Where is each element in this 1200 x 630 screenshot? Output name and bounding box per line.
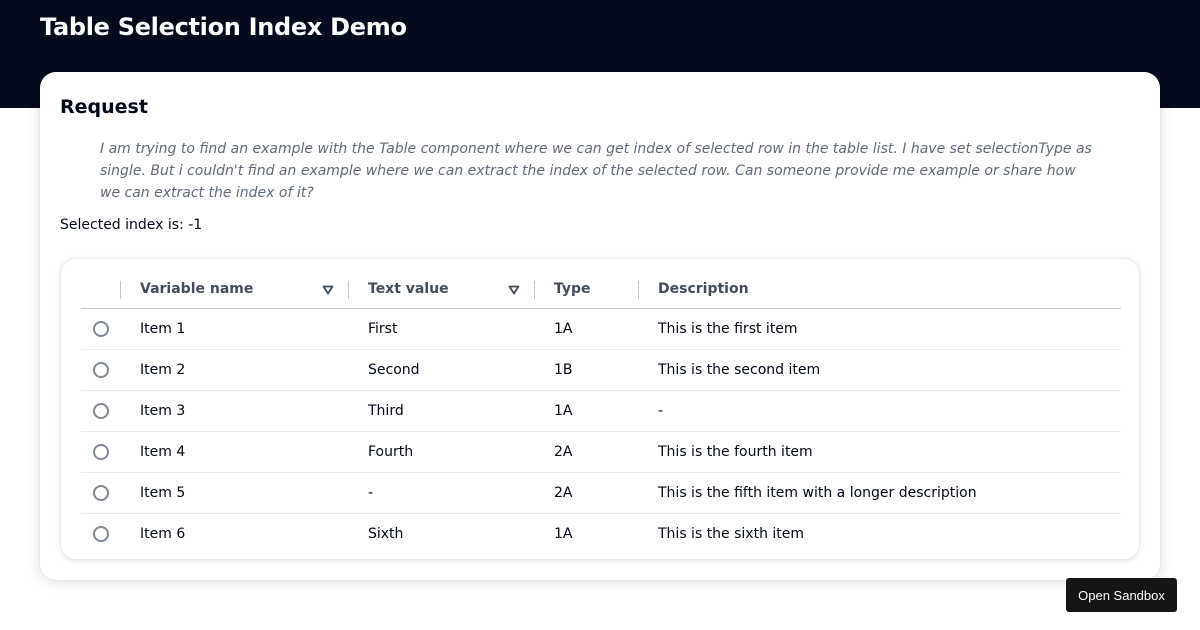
cell-text-value: Second [348, 349, 534, 391]
request-text: I am trying to find an example with the … [100, 141, 1092, 201]
column-header-label: Variable name [140, 281, 254, 298]
row-select-cell [81, 472, 120, 514]
cell-text-value: Third [348, 390, 534, 432]
row-select-cell [81, 431, 120, 473]
table-row[interactable]: Item 1 First 1A This is the first item [81, 308, 1121, 350]
cell-type: 2A [534, 472, 638, 514]
cell-variable-name: Item 4 [120, 431, 348, 473]
cell-description: This is the sixth item [658, 525, 805, 542]
selected-index-label: Selected index is: [60, 217, 189, 233]
cell-text-value: - [348, 472, 534, 514]
cell-variable-name: Item 1 [120, 308, 348, 350]
column-header-description: Description [638, 271, 1121, 309]
table-row[interactable]: Item 2 Second 1B This is the second item [81, 349, 1121, 391]
request-heading: Request [60, 96, 148, 118]
table-card: Variable name Text value Type Descriptio… [60, 258, 1140, 560]
cell-type: 1A [534, 390, 638, 432]
cell-type: 1B [534, 349, 638, 391]
column-header-variable-name[interactable]: Variable name [120, 271, 348, 309]
column-separator [534, 281, 535, 299]
cell-description: This is the first item [638, 308, 1121, 350]
items-table: Variable name Text value Type Descriptio… [81, 271, 1121, 554]
cell-type: 2A [534, 431, 638, 473]
cell-description: This is the second item [638, 349, 1121, 391]
sort-caret-icon[interactable] [508, 284, 520, 296]
selected-index-value: -1 [188, 217, 203, 233]
cell-variable-name: Item 6 [140, 525, 186, 542]
selected-index-line: Selected index is: -1 [60, 217, 202, 233]
table-header-row: Variable name Text value Type Descriptio… [81, 271, 1121, 309]
table-row[interactable]: Item 4 Fourth 2A This is the fourth item [81, 431, 1121, 473]
content-container: Request I am trying to find an example w… [40, 72, 1160, 580]
column-header-text-value[interactable]: Text value [348, 271, 534, 309]
row-radio-button[interactable] [92, 525, 109, 542]
column-separator [348, 281, 349, 299]
cell-text-value: Fourth [348, 431, 534, 473]
cell-variable-name: Item 5 [120, 472, 348, 514]
cell-type: 1A [554, 525, 573, 542]
column-header-type: Type [534, 271, 638, 309]
column-separator [638, 281, 639, 299]
cell-description: This is the fourth item [638, 431, 1121, 473]
row-select-cell [81, 349, 120, 391]
column-header-label: Text value [368, 281, 449, 298]
row-select-cell [81, 390, 120, 432]
cell-description: This is the fifth item with a longer des… [638, 472, 1121, 514]
column-header-label: Type [554, 281, 591, 298]
row-radio-button[interactable] [92, 443, 109, 460]
sort-caret-icon[interactable] [322, 284, 334, 296]
cell-type: 1A [534, 308, 638, 350]
row-radio-button[interactable] [92, 402, 109, 419]
row-radio-button[interactable] [92, 484, 109, 501]
row-select-cell [81, 513, 120, 554]
row-radio-button[interactable] [92, 320, 109, 337]
cell-text-value: First [348, 308, 534, 350]
row-radio-button[interactable] [92, 361, 109, 378]
row-select-cell [81, 308, 120, 350]
column-separator [120, 281, 121, 299]
table-row[interactable]: Item 5 - 2A This is the fifth item with … [81, 472, 1121, 514]
table-row[interactable]: Item 6 Sixth 1A This is the sixth item [81, 513, 1121, 554]
column-header-label: Description [658, 281, 749, 298]
cell-variable-name: Item 3 [120, 390, 348, 432]
cell-variable-name: Item 2 [120, 349, 348, 391]
page-title: Table Selection Index Demo [40, 13, 407, 41]
selection-column-header [81, 271, 120, 309]
table-row[interactable]: Item 3 Third 1A - [81, 390, 1121, 432]
cell-description: - [638, 390, 1121, 432]
open-sandbox-button[interactable]: Open Sandbox [1066, 578, 1177, 612]
cell-text-value: Sixth [368, 525, 404, 542]
